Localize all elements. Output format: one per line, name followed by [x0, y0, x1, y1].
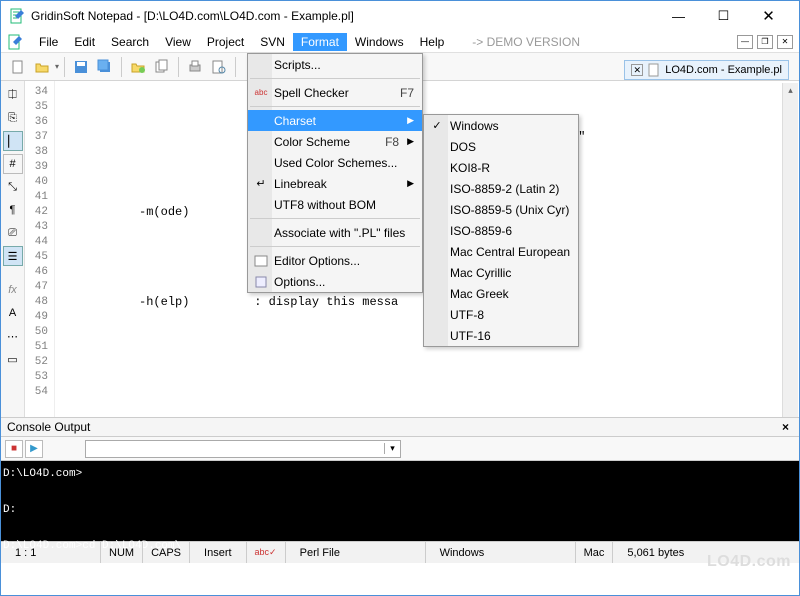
charset-submenu: ✓WindowsDOSKOI8-RISO-8859-2 (Latin 2)ISO…: [423, 114, 579, 347]
format-menu: Scripts... abcSpell CheckerF7 Charset▶Colo…: [247, 53, 423, 293]
side-btn-separator[interactable]: ⋯: [3, 326, 23, 346]
charset-item-utf-8[interactable]: UTF-8: [424, 304, 578, 325]
file-icon: [647, 63, 661, 77]
project-icon[interactable]: [127, 56, 149, 78]
menu-windows[interactable]: Windows: [347, 33, 412, 51]
charset-item-iso-8859-5-unix-cyr-[interactable]: ISO-8859-5 (Unix Cyr): [424, 199, 578, 220]
format-item-charset[interactable]: Charset▶: [248, 110, 422, 131]
menubar: FileEditSearchViewProjectSVNFormatWindow…: [1, 31, 799, 53]
save-icon[interactable]: [70, 56, 92, 78]
status-charset: Windows: [426, 542, 576, 563]
minimize-button[interactable]: —: [656, 2, 701, 30]
side-btn-indent[interactable]: ▏: [3, 131, 23, 151]
tab-close-icon[interactable]: ✕: [631, 64, 643, 76]
open-file-icon[interactable]: [31, 56, 53, 78]
side-btn-para[interactable]: ¶: [3, 200, 23, 220]
status-filetype: Perl File: [286, 542, 426, 563]
menu-view[interactable]: View: [157, 33, 199, 51]
format-item-utf8-without-bom[interactable]: UTF8 without BOM: [248, 194, 422, 215]
format-item-associate-with-pl-files[interactable]: Associate with ".PL" files: [248, 222, 422, 243]
tab-label: LO4D.com - Example.pl: [665, 64, 782, 76]
app-small-icon: [7, 34, 23, 50]
status-size: 5,061 bytes: [613, 542, 698, 563]
charset-item-iso-8859-6[interactable]: ISO-8859-6: [424, 220, 578, 241]
close-button[interactable]: ✕: [746, 2, 791, 30]
menu-edit[interactable]: Edit: [66, 33, 103, 51]
editor-tab[interactable]: ✕ LO4D.com - Example.pl: [624, 60, 789, 80]
side-btn-5[interactable]: ⤡: [3, 177, 23, 197]
save-all-icon[interactable]: [94, 56, 116, 78]
status-spellcheck-icon[interactable]: abc✓: [247, 542, 286, 563]
console-title: Console Output: [7, 420, 90, 434]
side-btn-doc[interactable]: ▭: [3, 349, 23, 369]
demo-label: -> DEMO VERSION: [472, 35, 580, 49]
vertical-scrollbar[interactable]: ▴: [782, 83, 798, 417]
status-pos: 1 : 1: [1, 542, 101, 563]
app-icon: [9, 8, 25, 24]
charset-item-koi8-r[interactable]: KOI8-R: [424, 157, 578, 178]
format-item-scripts-[interactable]: Scripts...: [248, 54, 422, 75]
console-run-button[interactable]: ▶: [25, 440, 43, 458]
side-btn-fx[interactable]: fx: [3, 280, 23, 300]
charset-item-mac-cyrillic[interactable]: Mac Cyrillic: [424, 262, 578, 283]
mdi-minimize-button[interactable]: —: [737, 35, 753, 49]
format-item-used-color-schemes-[interactable]: Used Color Schemes...: [248, 152, 422, 173]
print-icon[interactable]: [184, 56, 206, 78]
side-toolbar: ⎅ ⎘ ▏ # ⤡ ¶ ⎚ ☰ fx A ⋯ ▭: [1, 81, 25, 417]
statusbar: 1 : 1 NUM CAPS Insert abc✓ Perl File Win…: [1, 541, 799, 563]
side-btn-A[interactable]: A: [3, 303, 23, 323]
side-btn-2[interactable]: ⎘: [3, 108, 23, 128]
charset-item-windows[interactable]: ✓Windows: [424, 115, 578, 136]
menu-file[interactable]: File: [31, 33, 66, 51]
menu-help[interactable]: Help: [412, 33, 453, 51]
charset-item-dos[interactable]: DOS: [424, 136, 578, 157]
side-btn-hash[interactable]: #: [3, 154, 23, 174]
console-stop-button[interactable]: ■: [5, 440, 23, 458]
charset-item-mac-central-european[interactable]: Mac Central European: [424, 241, 578, 262]
line-gutter: 34 35 36 37 38 39 40 41 42 43 44 45 46 4…: [25, 81, 55, 417]
format-item-editor-options-[interactable]: Editor Options...: [248, 250, 422, 271]
charset-item-iso-8859-2-latin-2-[interactable]: ISO-8859-2 (Latin 2): [424, 178, 578, 199]
console-close-icon[interactable]: ×: [778, 420, 793, 434]
menu-search[interactable]: Search: [103, 33, 157, 51]
mdi-close-button[interactable]: ✕: [777, 35, 793, 49]
console-command-combo[interactable]: ▾: [85, 440, 401, 458]
status-caps: CAPS: [143, 542, 190, 563]
new-file-icon[interactable]: [7, 56, 29, 78]
maximize-button[interactable]: ☐: [701, 2, 746, 30]
format-item-linebreak[interactable]: ↵Linebreak▶: [248, 173, 422, 194]
menu-svn[interactable]: SVN: [252, 33, 293, 51]
menu-project[interactable]: Project: [199, 33, 252, 51]
console-toolbar: ■ ▶ ▾: [1, 437, 799, 461]
side-btn-7[interactable]: ⎚: [3, 223, 23, 243]
window-title: GridinSoft Notepad - [D:\LO4D.com\LO4D.c…: [31, 9, 656, 23]
format-item-options-[interactable]: Options...: [248, 271, 422, 292]
menu-format[interactable]: Format: [293, 33, 347, 51]
format-item-spell-checker[interactable]: abcSpell CheckerF7: [248, 82, 422, 103]
side-btn-1[interactable]: ⎅: [3, 85, 23, 105]
preview-icon[interactable]: [208, 56, 230, 78]
status-num: NUM: [101, 542, 143, 563]
titlebar: GridinSoft Notepad - [D:\LO4D.com\LO4D.c…: [1, 1, 799, 31]
side-btn-lines[interactable]: ☰: [3, 246, 23, 266]
files-icon[interactable]: [151, 56, 173, 78]
mdi-restore-button[interactable]: ❐: [757, 35, 773, 49]
console-output[interactable]: D:\LO4D.com> D: D:\LO4D.com>cd D:\LO4D.c…: [1, 461, 799, 541]
status-encoding: Mac: [576, 542, 614, 563]
charset-item-utf-16[interactable]: UTF-16: [424, 325, 578, 346]
console-output-header: Console Output ×: [1, 417, 799, 437]
charset-item-mac-greek[interactable]: Mac Greek: [424, 283, 578, 304]
status-insert: Insert: [190, 542, 247, 563]
format-item-color-scheme[interactable]: Color SchemeF8▶: [248, 131, 422, 152]
